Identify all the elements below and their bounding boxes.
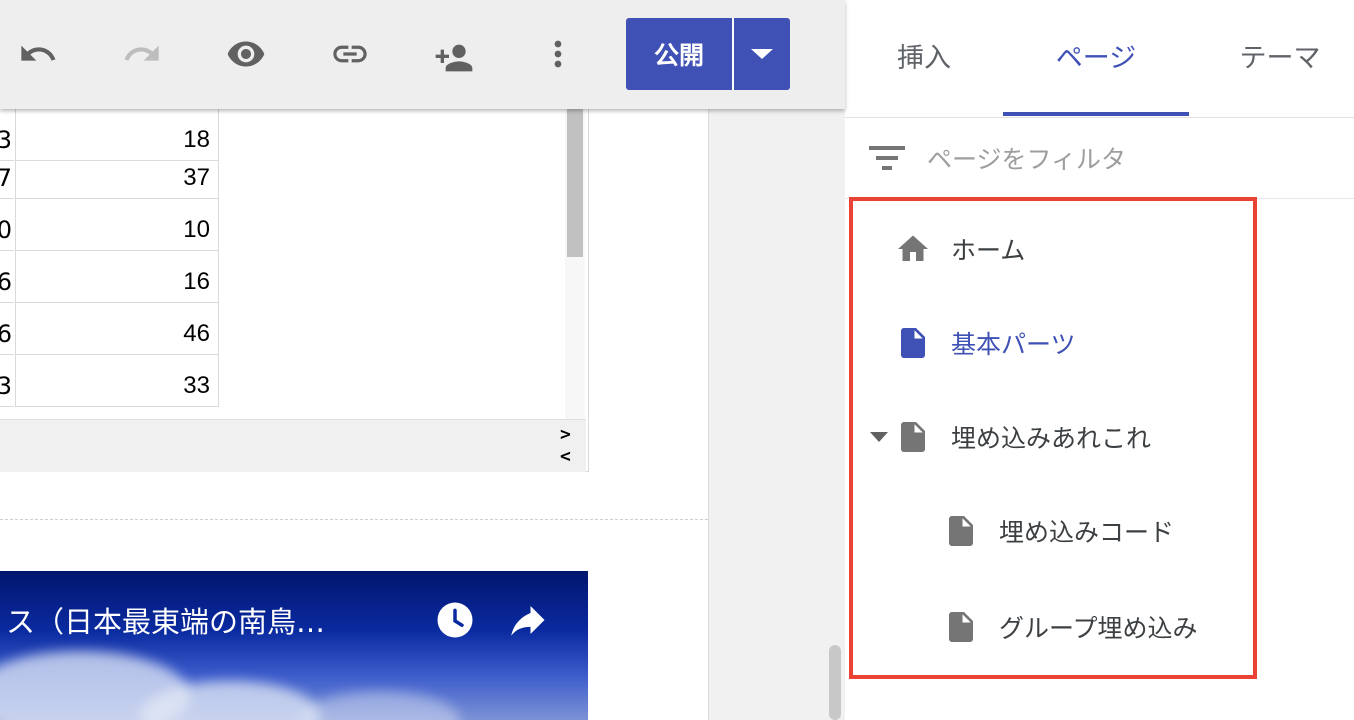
page-filter-bar [845,118,1354,199]
tab-pages[interactable]: ページ [1003,0,1189,110]
table-cell[interactable]: 16 [15,251,219,303]
editor-toolbar: 公開 [0,0,845,109]
table-cell: 6 [0,303,14,355]
page-item-label: 埋め込みコード [999,518,1175,547]
canvas-gutter [708,109,846,720]
watch-later-icon[interactable] [434,599,476,641]
cell-value: 6 [0,268,12,296]
page-icon [943,609,979,645]
cell-value: 0 [0,216,12,244]
publish-divider [732,18,734,90]
table-row: 333 [0,355,219,407]
filter-icon [869,146,905,170]
video-thumbnail-cloud [300,691,460,720]
cell-value: 10 [183,216,210,243]
video-title[interactable]: ス（日本最東端の南鳥… [6,599,325,641]
scroll-left-button[interactable]: < [560,446,571,467]
table-row: 0 10 [0,199,219,251]
canvas-scrollbar[interactable] [829,645,841,720]
table-cell[interactable]: 37 [15,147,219,199]
arrow-drop-down-icon [751,49,773,59]
cell-value: 3 [0,372,12,400]
more-vert-icon[interactable] [534,30,582,78]
link-icon[interactable] [326,30,374,78]
undo-icon[interactable] [14,30,62,78]
table-row: 6 16 [0,251,219,303]
table-row: 7 37 [0,147,219,199]
page-item-home[interactable]: ホーム [895,219,1025,279]
embedded-spreadsheet[interactable]: 318 737 010 616 646 333 > < [0,109,589,472]
redo-icon[interactable] [118,30,166,78]
sheet-scrollbar-thumb[interactable] [567,109,583,257]
page-icon [943,513,979,549]
page-item-label: ホーム [951,236,1026,265]
tab-insert[interactable]: 挿入 [845,0,1003,110]
editor-area: 公開 318 737 010 616 646 333 > < ス（日本最東端の南… [0,0,846,720]
embedded-video[interactable]: ス（日本最東端の南鳥… [0,571,588,720]
page-filter-input[interactable] [925,138,1329,180]
cell-value: 7 [0,164,12,192]
page-icon [895,325,931,361]
cell-value: 16 [183,268,210,295]
page-item-label: グループ埋め込み [999,614,1198,643]
tab-themes[interactable]: テーマ [1215,0,1345,110]
publish-button-group: 公開 [626,18,790,90]
table-cell: 0 [0,199,14,251]
table-cell[interactable]: 10 [15,199,219,251]
panel-tabs: 挿入 ページ テーマ [845,0,1354,118]
table-row: 6 46 [0,303,219,355]
home-icon [895,231,931,267]
section-divider [0,519,708,520]
page-icon [895,419,931,455]
cell-value: 33 [183,372,210,399]
share-icon[interactable] [430,34,478,82]
page-item-embed-code[interactable]: 埋め込みコード [943,501,1174,561]
cell-value: 6 [0,320,12,348]
table-cell[interactable]: 46 [15,303,219,355]
table-cell[interactable]: 33 [15,355,219,407]
page-item-group-embed[interactable]: グループ埋め込み [943,597,1198,657]
publish-button[interactable]: 公開 [626,18,732,90]
page-item-label: 基本パーツ [951,330,1076,359]
page-item-label: 埋め込みあれこれ [951,424,1152,453]
page-item-basic-parts[interactable]: 基本パーツ [895,313,1076,373]
active-tab-indicator [1003,112,1189,116]
cell-value: 46 [183,320,210,347]
table-cell: 7 [0,147,14,199]
scroll-right-button[interactable]: > [560,424,571,445]
side-panel: 挿入 ページ テーマ ホーム 基本パーツ [845,0,1354,720]
sheet-footer-bar: > < [0,419,586,472]
cell-value: 37 [183,164,210,191]
page-item-embeds[interactable]: 埋め込みあれこれ [863,407,1151,467]
page-list-highlight: ホーム 基本パーツ 埋め込みあれこれ 埋め込みコード グループ埋め込み [849,197,1257,679]
table-cell: 6 [0,251,14,303]
share-arrow-icon[interactable] [506,599,548,641]
table-cell: 3 [0,355,14,407]
publish-dropdown-button[interactable] [734,18,790,90]
expand-toggle-icon[interactable] [863,431,895,443]
preview-icon[interactable] [222,30,270,78]
